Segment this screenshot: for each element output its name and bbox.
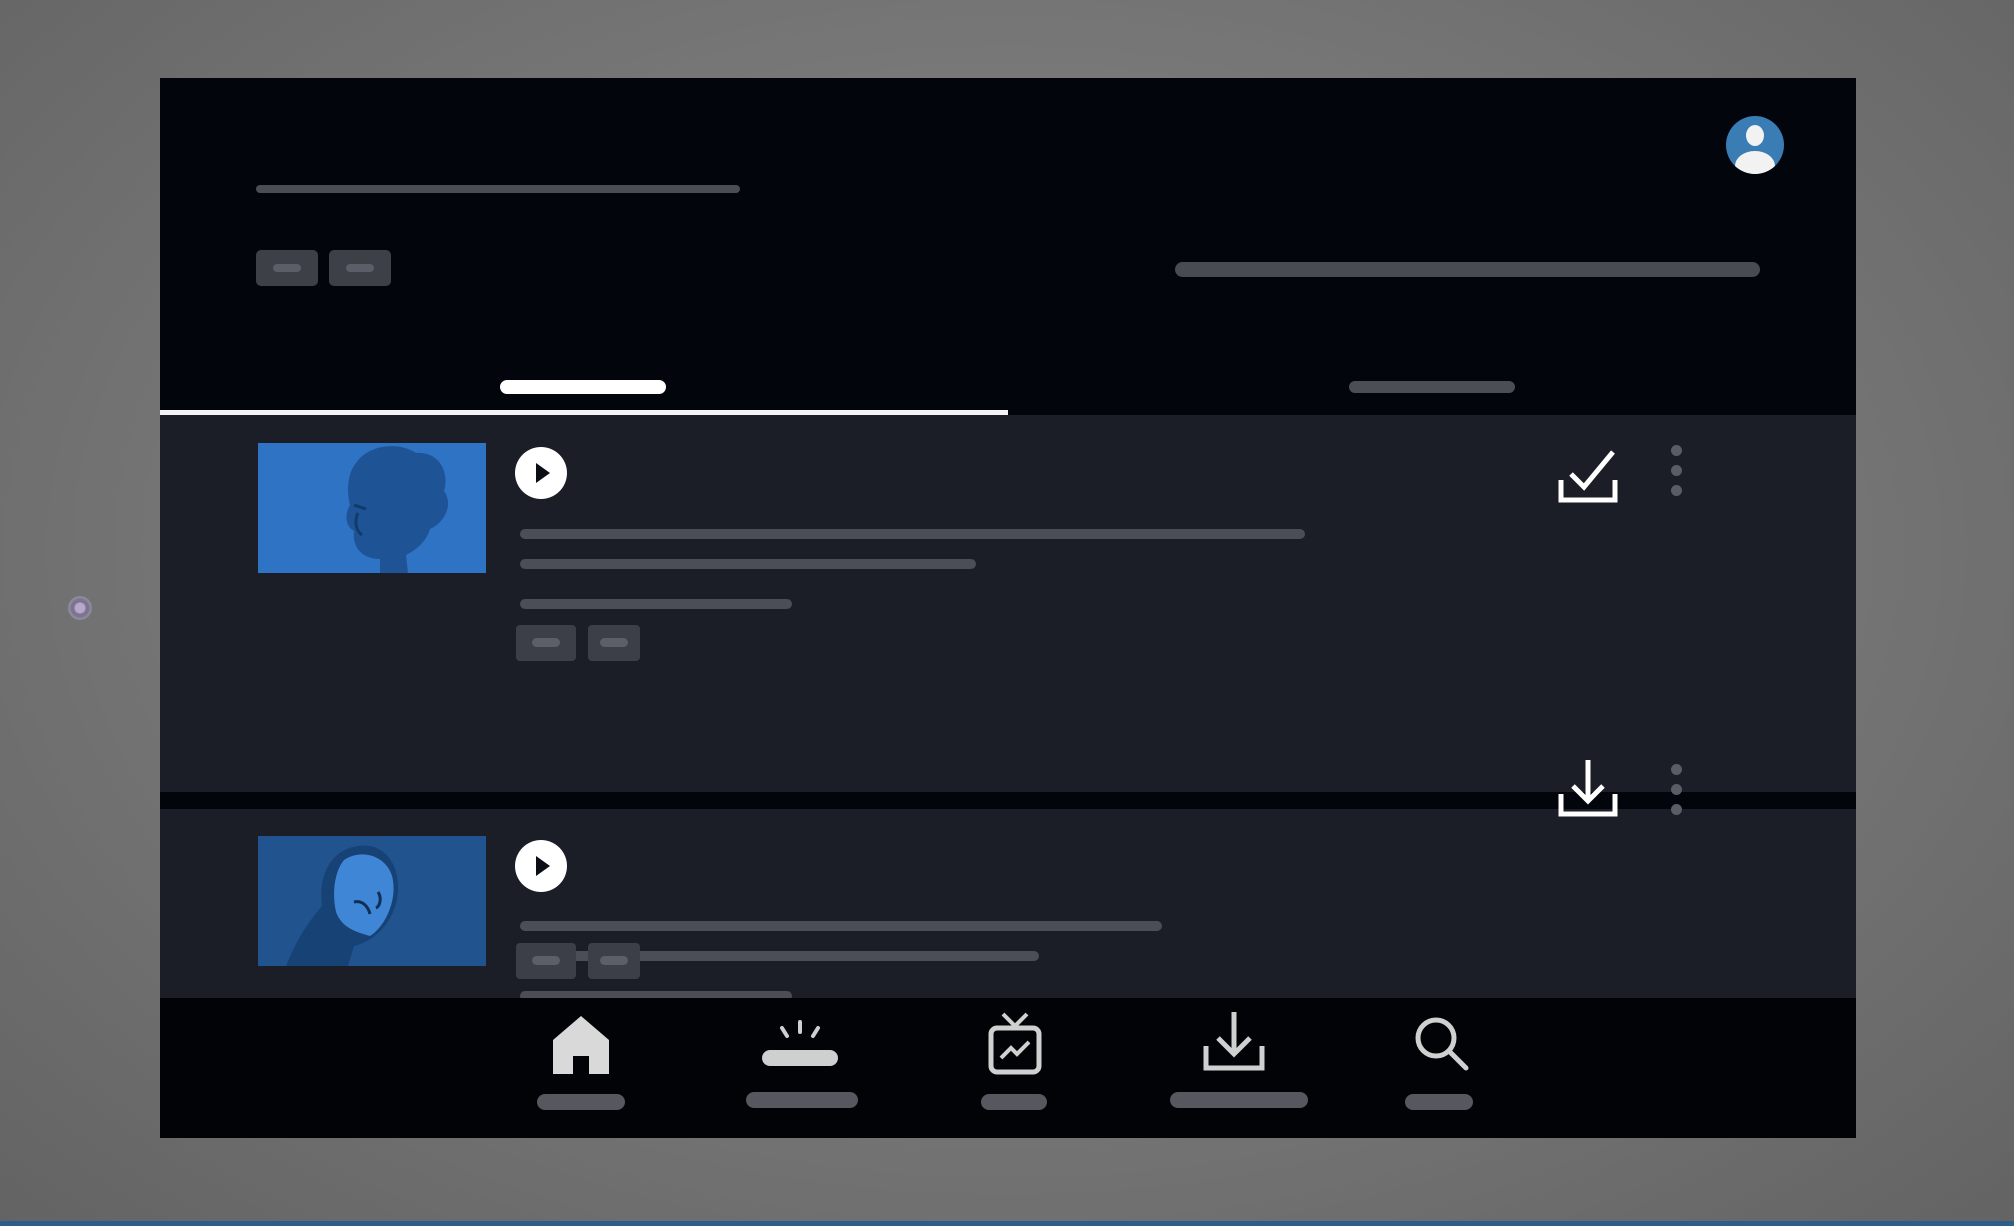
tab-first[interactable] [160, 348, 1008, 408]
item-tag [516, 625, 576, 661]
thumbnail-1[interactable] [258, 443, 486, 573]
device-bezel-edge [0, 1221, 2014, 1226]
app-screen [160, 78, 1856, 1138]
filter-chip-2-label [346, 264, 374, 272]
item-tag [588, 943, 640, 979]
page-title [256, 185, 740, 193]
item-title [520, 921, 1162, 931]
account-circle-icon [1746, 125, 1764, 146]
filter-chip-1-label [273, 264, 301, 272]
home-icon [553, 1016, 609, 1074]
play-icon[interactable] [515, 447, 567, 499]
tab-second[interactable] [1008, 348, 1856, 408]
item-tag-label [600, 638, 628, 647]
item-meta [520, 599, 792, 609]
list-item[interactable] [160, 809, 1856, 1001]
more-vertical-icon[interactable] [1668, 445, 1684, 503]
nav-downloads-label [1170, 1092, 1308, 1108]
play-icon[interactable] [515, 840, 567, 892]
filter-chip-2[interactable] [329, 250, 391, 286]
account-avatar[interactable] [1726, 116, 1784, 174]
trending-icon [762, 1020, 838, 1066]
download-icon[interactable] [1555, 756, 1621, 822]
download-icon [1203, 1012, 1265, 1071]
nav-trending-label [746, 1092, 858, 1108]
nav-home-label [537, 1094, 625, 1110]
bottom-navigation [160, 998, 1856, 1138]
item-title [520, 529, 1305, 539]
tab-second-label [1349, 381, 1515, 393]
camera-indicator [68, 596, 92, 620]
account-body-shape [1735, 151, 1775, 174]
portrait-illustration-2 [286, 845, 399, 966]
thumbnail-2[interactable] [258, 836, 486, 966]
search-icon [1415, 1017, 1469, 1071]
nav-search-label [1405, 1094, 1473, 1110]
item-tag-label [600, 956, 628, 965]
nav-live[interactable] [970, 998, 1060, 1138]
portrait-illustration-1 [346, 446, 449, 573]
item-subtitle [520, 559, 976, 569]
search-field[interactable] [1175, 262, 1760, 277]
tab-first-label [500, 380, 666, 394]
live-tv-icon [988, 1012, 1042, 1075]
nav-live-label [981, 1094, 1047, 1110]
filter-chip-1[interactable] [256, 250, 318, 286]
item-tag [516, 943, 576, 979]
download-done-icon[interactable] [1555, 442, 1621, 508]
item-tag-label [532, 956, 560, 965]
nav-home[interactable] [530, 998, 630, 1138]
nav-search[interactable] [1400, 998, 1490, 1138]
nav-trending[interactable] [740, 998, 860, 1138]
nav-downloads[interactable] [1160, 998, 1308, 1138]
item-tag [588, 625, 640, 661]
item-tag-label [532, 638, 560, 647]
list-item[interactable] [160, 415, 1856, 792]
more-vertical-icon[interactable] [1668, 764, 1684, 822]
